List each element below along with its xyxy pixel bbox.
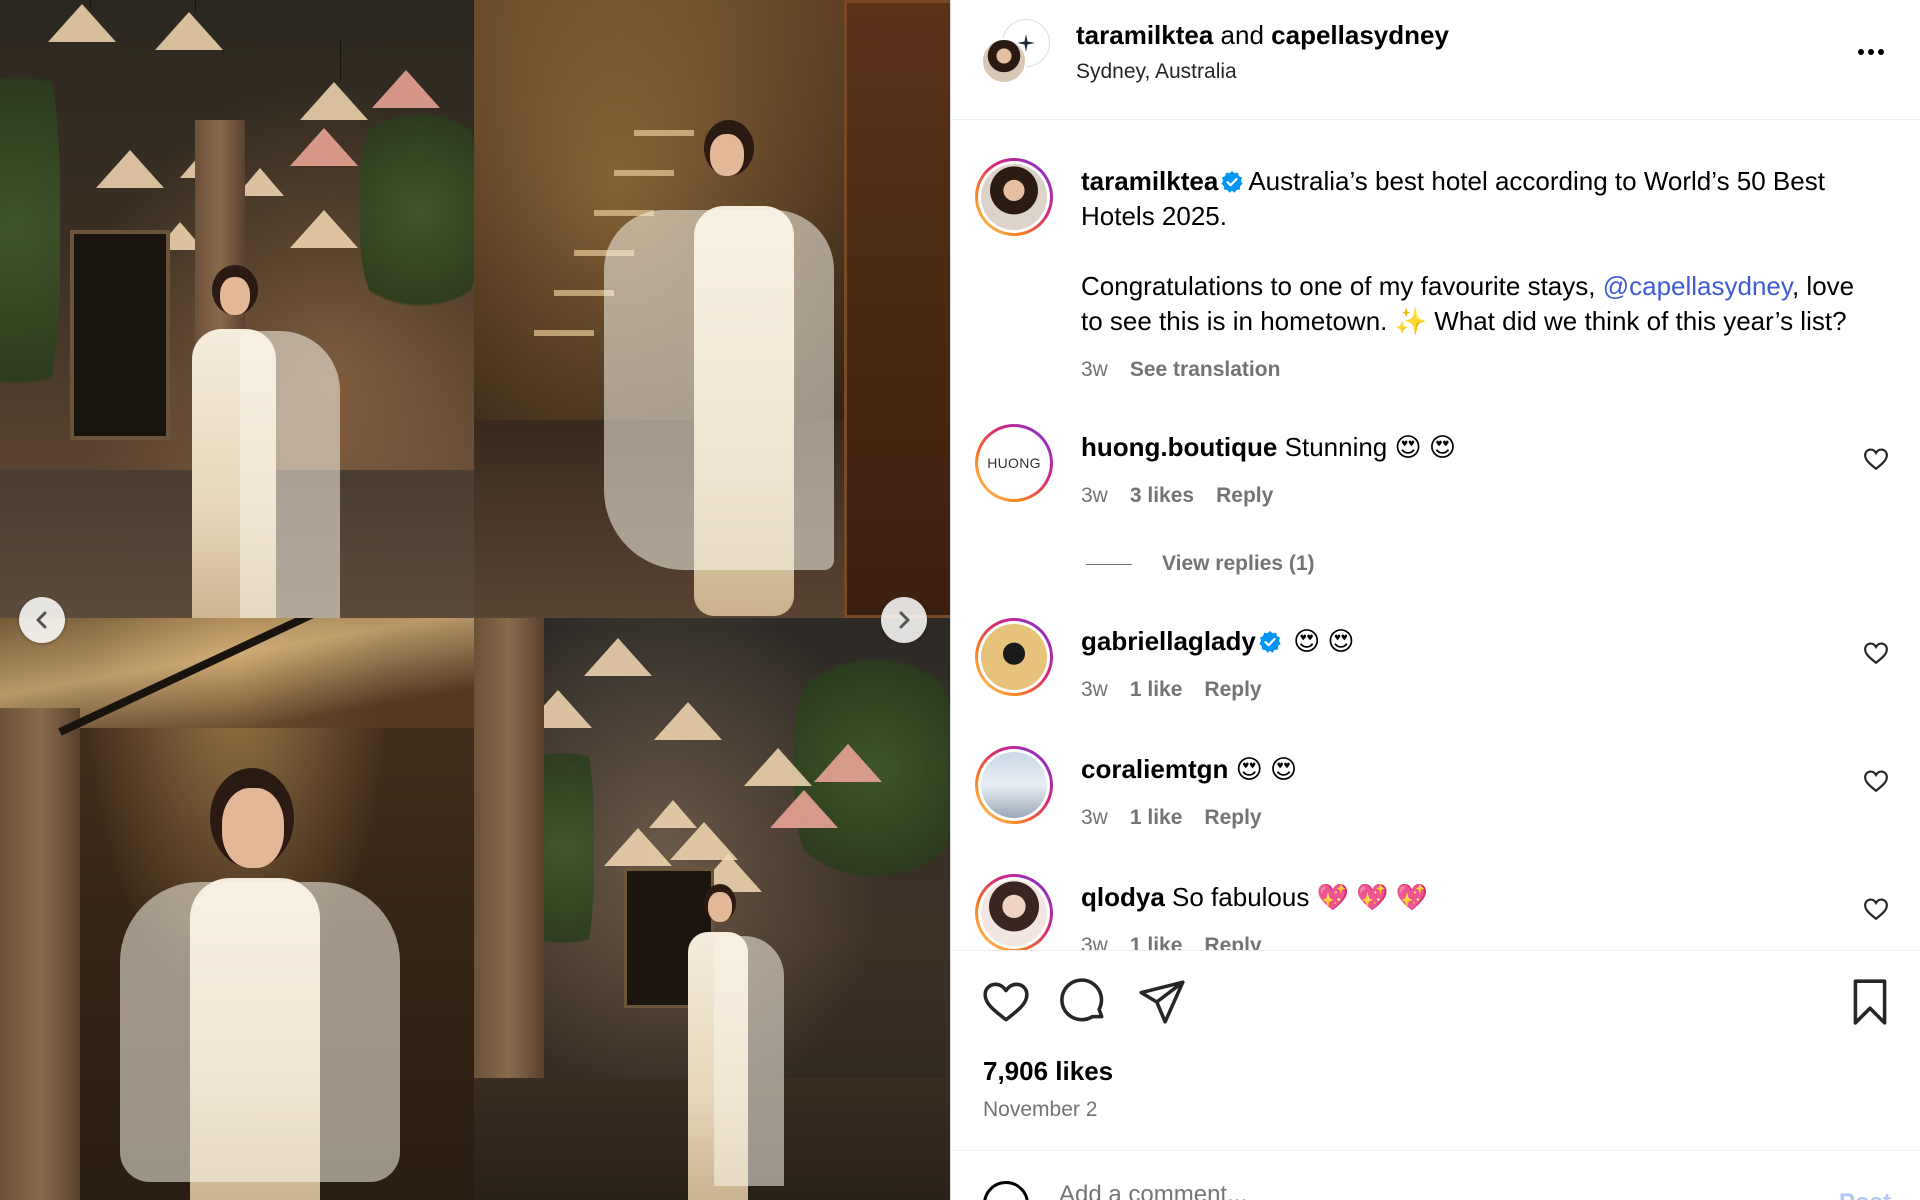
caption-meta: 3w See translation: [1081, 358, 1280, 382]
likes-count[interactable]: 7,906 likes: [983, 1056, 1113, 1087]
save-bookmark-icon[interactable]: [1845, 977, 1895, 1027]
add-comment-input[interactable]: [1059, 1181, 1659, 1200]
comments-scroll-area[interactable]: taramilktea Australia’s best hotel accord…: [951, 120, 1920, 950]
header-title: taramilktea and capellasydney: [1076, 20, 1449, 51]
photo-staircase: [474, 0, 950, 618]
comment-time[interactable]: 3w: [1081, 678, 1108, 702]
comment-time[interactable]: 3w: [1081, 484, 1108, 508]
photo-stair-portrait: [0, 618, 474, 1200]
avatar-ring-inner: [978, 749, 1050, 821]
avatar-taramilktea[interactable]: [981, 38, 1027, 84]
reply-button[interactable]: Reply: [1204, 806, 1261, 830]
emoji-smiley-icon[interactable]: [983, 1181, 1029, 1200]
collab-avatars[interactable]: [981, 20, 1051, 86]
comment-avatar-gabriella[interactable]: [975, 618, 1053, 696]
avatar-image: [981, 752, 1047, 818]
comment-meta: 3w 1 like Reply: [1081, 934, 1262, 950]
comment-text: 😍 😍: [1293, 626, 1355, 656]
caption-username[interactable]: taramilktea: [1081, 166, 1218, 196]
comment-avatar-huong[interactable]: HUONG: [975, 424, 1053, 502]
comment-avatar-coralie[interactable]: [975, 746, 1053, 824]
avatar-ring-inner: [978, 877, 1050, 949]
photo-lobby-walk: [474, 618, 950, 1200]
avatar-ring-inner: [978, 621, 1050, 693]
more-dot-icon: [1868, 49, 1874, 55]
mention-link[interactable]: @capellasydney: [1603, 271, 1792, 301]
share-paper-plane-icon[interactable]: [1137, 977, 1187, 1027]
avatar-image: [981, 880, 1047, 946]
comment-meta: 3w 3 likes Reply: [1081, 484, 1273, 508]
header-user-1[interactable]: taramilktea: [1076, 20, 1213, 50]
replies-divider: [1086, 563, 1132, 565]
comment-1: huong.boutique Stunning 😍 😍: [1081, 430, 1456, 465]
header-conjunction: and: [1220, 20, 1264, 50]
post-details-panel: taramilktea and capellasydney Sydney, Au…: [950, 0, 1920, 1200]
more-dot-icon: [1878, 49, 1884, 55]
caption-line-2: Hotels 2025.: [1081, 201, 1227, 231]
comment-text: 😍 😍: [1235, 754, 1298, 784]
comment-likes[interactable]: 1 like: [1130, 806, 1183, 830]
photo-lobby-lamps: [0, 0, 474, 618]
chevron-left-icon: [36, 611, 47, 629]
reply-button[interactable]: Reply: [1216, 484, 1273, 508]
comment-username[interactable]: huong.boutique: [1081, 432, 1277, 462]
comment-meta: 3w 1 like Reply: [1081, 678, 1262, 702]
post-media[interactable]: [0, 0, 950, 1200]
like-heart-icon[interactable]: [981, 977, 1031, 1027]
caption-time[interactable]: 3w: [1081, 358, 1108, 382]
like-comment-heart-icon[interactable]: [1863, 896, 1889, 922]
comment-username[interactable]: coraliemtgn: [1081, 754, 1228, 784]
post-date[interactable]: November 2: [983, 1098, 1097, 1122]
comment-likes[interactable]: 3 likes: [1130, 484, 1194, 508]
comment-3: coraliemtgn 😍 😍: [1081, 752, 1297, 787]
caption-line-4: to see this is in hometown. ✨ What did w…: [1081, 306, 1847, 336]
previous-photo-button[interactable]: [19, 597, 65, 643]
comment-username[interactable]: qlodya: [1081, 882, 1165, 912]
more-options-button[interactable]: [1851, 40, 1891, 64]
comment-meta: 3w 1 like Reply: [1081, 806, 1262, 830]
like-comment-heart-icon[interactable]: [1863, 768, 1889, 794]
reply-button[interactable]: Reply: [1204, 934, 1261, 950]
caption-line-3b: , love: [1791, 271, 1855, 301]
caption-line-1: Australia’s best hotel according to Worl…: [1248, 166, 1825, 196]
add-comment-bar: Post: [951, 1150, 1920, 1200]
comment-avatar-qlodya[interactable]: [975, 874, 1053, 950]
chevron-right-icon: [899, 611, 910, 629]
location-link[interactable]: Sydney, Australia: [1076, 60, 1237, 84]
see-translation-button[interactable]: See translation: [1130, 358, 1281, 382]
comment-time[interactable]: 3w: [1081, 806, 1108, 830]
comment-text: Stunning 😍 😍: [1284, 432, 1456, 462]
reply-button[interactable]: Reply: [1204, 678, 1261, 702]
comment-username[interactable]: gabriellaglady: [1081, 626, 1256, 656]
verified-badge-icon: [1221, 171, 1243, 193]
post-actions: 7,906 likes November 2: [951, 950, 1920, 1150]
view-replies-label: View replies (1): [1162, 552, 1315, 575]
like-comment-heart-icon[interactable]: [1863, 640, 1889, 666]
header-user-2[interactable]: capellasydney: [1271, 20, 1449, 50]
comment-4: qlodya So fabulous 💖 💖 💖: [1081, 880, 1428, 915]
avatar-ring-inner: HUONG: [978, 427, 1050, 499]
comment-likes[interactable]: 1 like: [1130, 678, 1183, 702]
view-replies-button[interactable]: View replies (1): [1086, 552, 1315, 576]
comment-2: gabriellaglady 😍 😍: [1081, 624, 1355, 659]
post-header: taramilktea and capellasydney Sydney, Au…: [951, 0, 1920, 120]
caption: taramilktea Australia’s best hotel accord…: [1081, 164, 1901, 339]
comment-time[interactable]: 3w: [1081, 934, 1108, 950]
post-comment-button[interactable]: Post: [1839, 1189, 1891, 1200]
avatar-image: HUONG: [981, 430, 1047, 496]
next-photo-button[interactable]: [881, 597, 927, 643]
comment-bubble-icon[interactable]: [1059, 977, 1109, 1027]
comment-text: So fabulous 💖 💖 💖: [1172, 882, 1429, 912]
caption-avatar[interactable]: [975, 158, 1053, 236]
avatar-image: [981, 624, 1047, 690]
like-comment-heart-icon[interactable]: [1863, 446, 1889, 472]
comment-likes[interactable]: 1 like: [1130, 934, 1183, 950]
avatar-image: [981, 164, 1047, 230]
more-dot-icon: [1858, 49, 1864, 55]
caption-line-3a: Congratulations to one of my favourite s…: [1081, 271, 1603, 301]
avatar-ring-inner: [978, 161, 1050, 233]
verified-badge-icon: [1259, 631, 1281, 653]
